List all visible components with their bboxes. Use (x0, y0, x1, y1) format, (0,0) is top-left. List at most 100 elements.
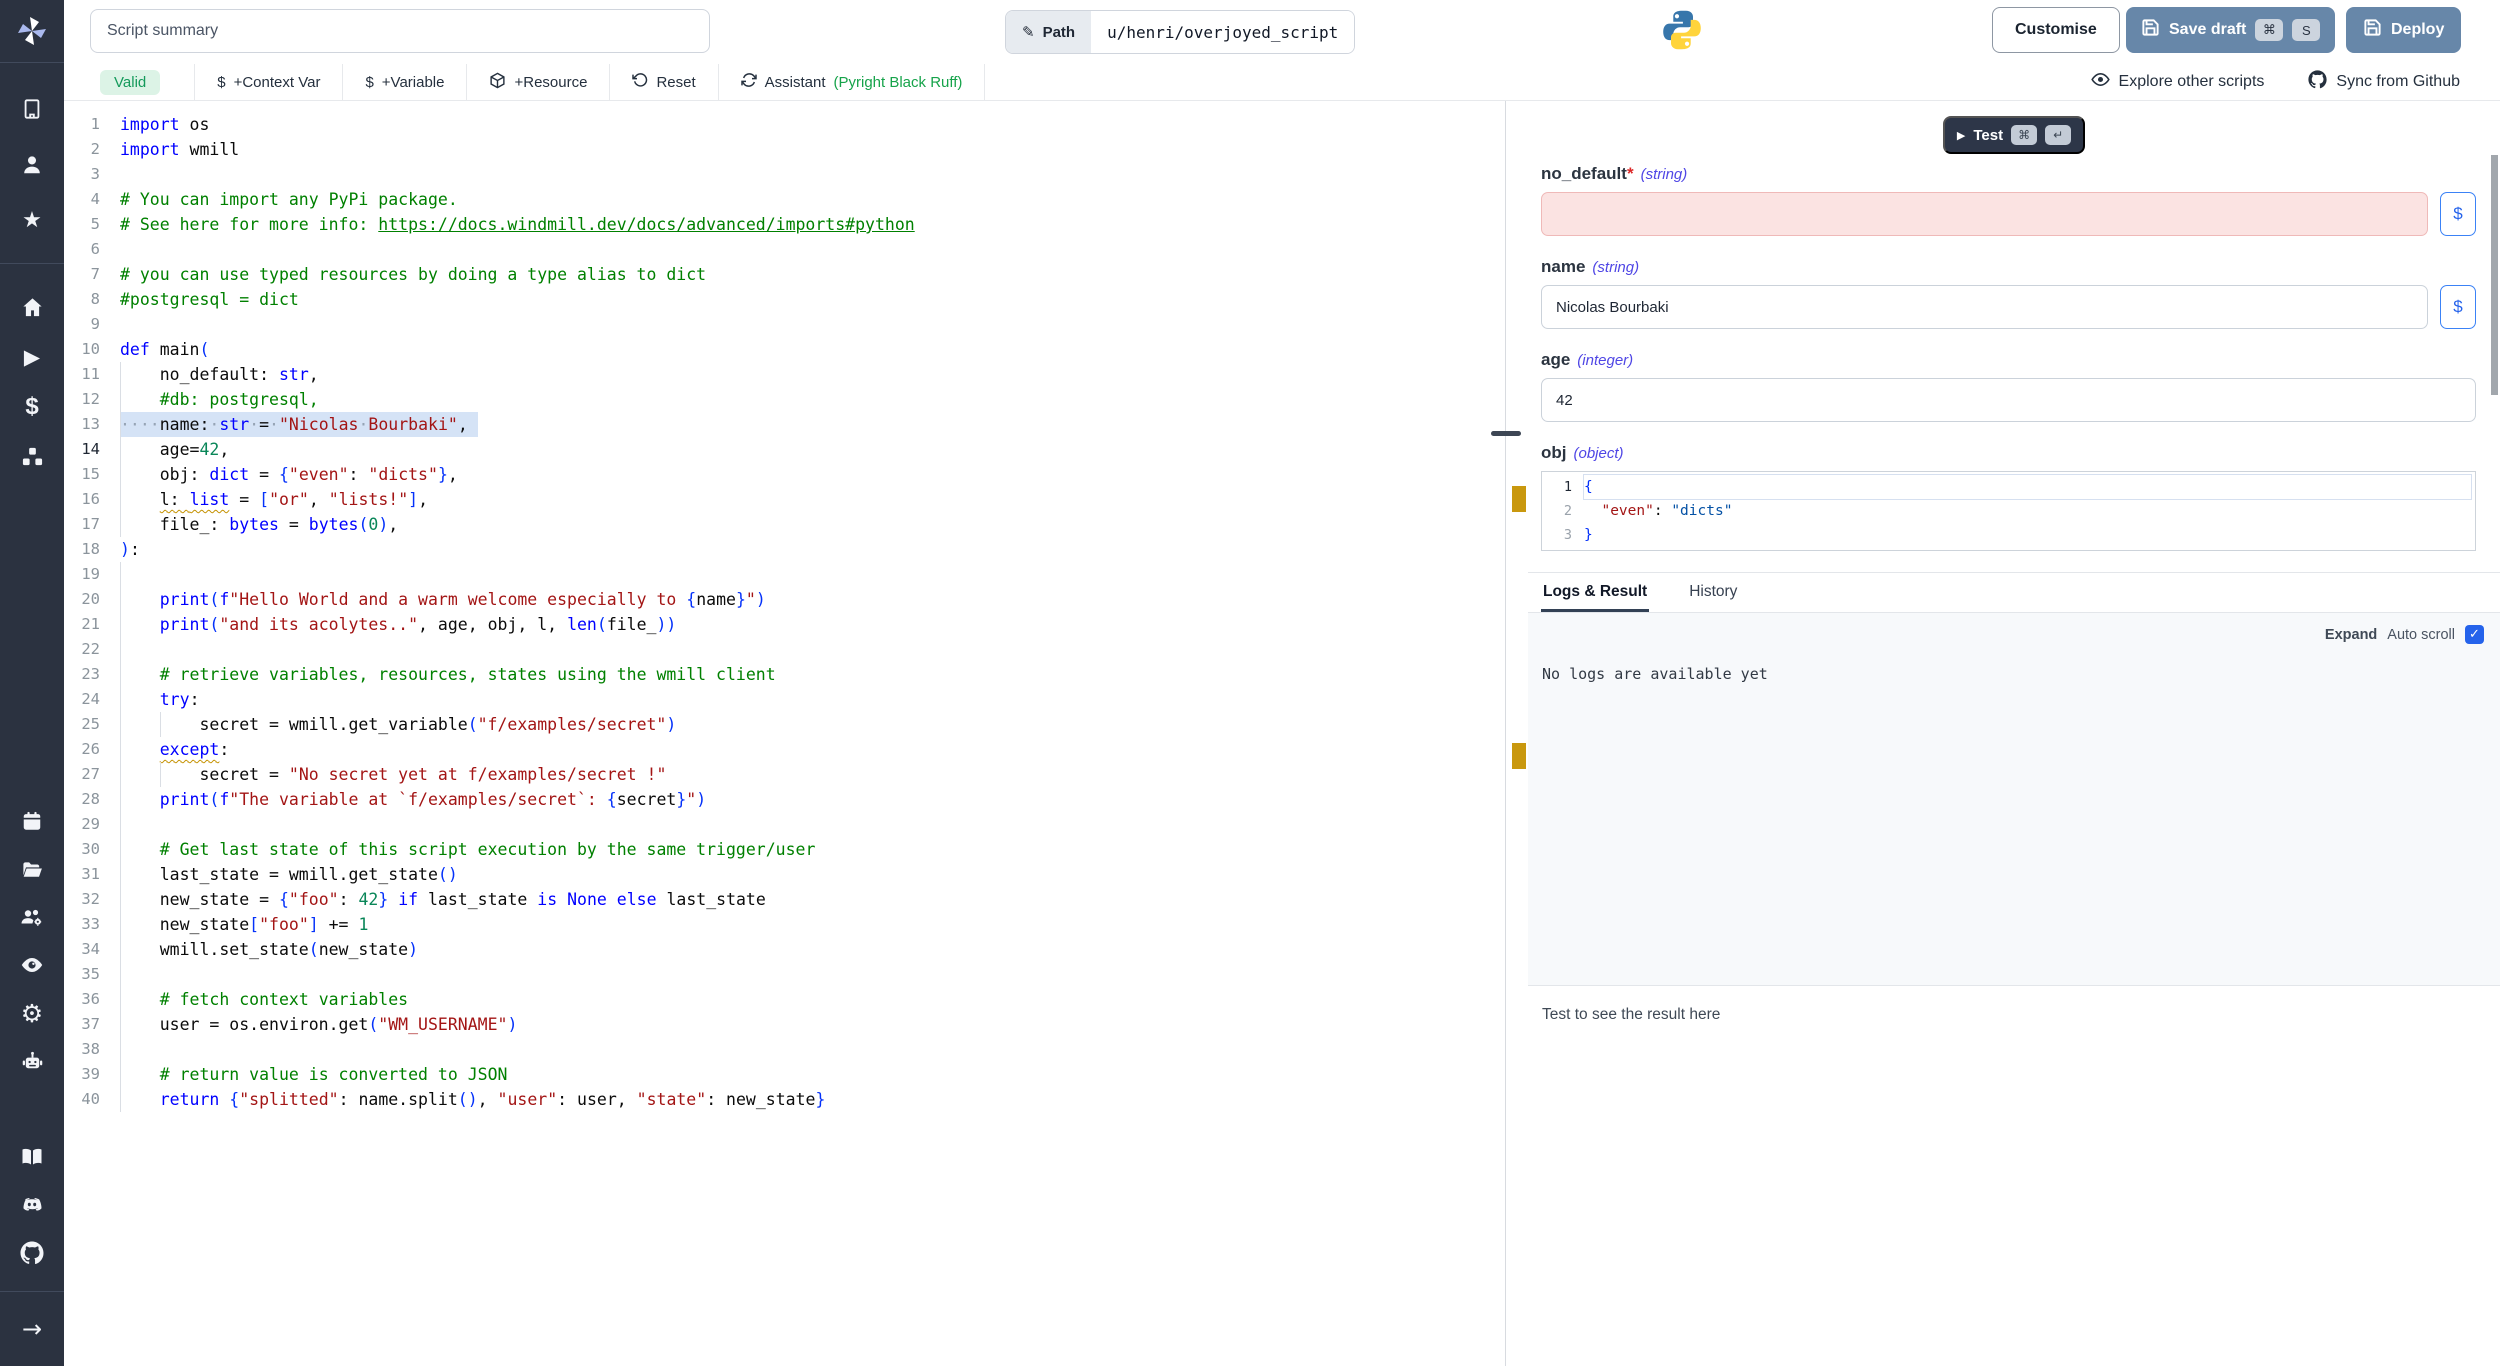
customise-button[interactable]: Customise (1992, 7, 2120, 53)
assistant-button[interactable]: Assistant (Pyright Black Ruff) (719, 64, 985, 100)
code-line[interactable]: 4# You can import any PyPi package. (64, 187, 1505, 212)
path-group[interactable]: ✎ Path u/henri/overjoyed_script (1005, 10, 1355, 54)
code-line[interactable]: 26 except: (64, 737, 1505, 762)
code-line[interactable]: 15 obj: dict = {"even": "dicts"}, (64, 462, 1505, 487)
code-line[interactable]: 24 try: (64, 687, 1505, 712)
line-number[interactable]: 11 (64, 362, 120, 387)
line-number[interactable]: 8 (64, 287, 120, 312)
line-number[interactable]: 26 (64, 737, 120, 762)
code-line[interactable]: 22 (64, 637, 1505, 662)
code-line[interactable]: 13····name:·str·=·"Nicolas·Bourbaki", (64, 412, 1505, 437)
line-number[interactable]: 13 (64, 412, 120, 437)
tab-history[interactable]: History (1687, 573, 1739, 612)
code-line[interactable]: 28 print(f"The variable at `f/examples/s… (64, 787, 1505, 812)
obj-json-editor[interactable]: 1{2 "even": "dicts"3} (1541, 471, 2476, 551)
code-line[interactable]: 35 (64, 962, 1505, 987)
line-number[interactable]: 31 (64, 862, 120, 887)
code-line[interactable]: 27 secret = "No secret yet at f/examples… (64, 762, 1505, 787)
test-button[interactable]: ▶ Test ⌘ ↵ (1943, 116, 2085, 154)
line-number[interactable]: 34 (64, 937, 120, 962)
line-number[interactable]: 16 (64, 487, 120, 512)
reset-button[interactable]: Reset (610, 64, 717, 100)
code-line[interactable]: 33 new_state["foo"] += 1 (64, 912, 1505, 937)
name-input[interactable] (1541, 285, 2428, 329)
line-number[interactable]: 1 (64, 112, 120, 137)
age-input[interactable] (1541, 378, 2476, 422)
code-line[interactable]: 6 (64, 237, 1505, 262)
line-number[interactable]: 5 (64, 212, 120, 237)
deploy-button[interactable]: Deploy (2346, 7, 2461, 53)
insert-variable-button[interactable]: $ (2440, 192, 2476, 236)
line-number[interactable]: 33 (64, 912, 120, 937)
code-line[interactable]: 40 return {"splitted": name.split(), "us… (64, 1087, 1505, 1112)
sidebar-item-workers[interactable] (0, 1037, 64, 1085)
code-line[interactable]: 1import os (64, 112, 1505, 137)
json-line[interactable]: 1{ (1542, 475, 2475, 499)
line-number[interactable]: 39 (64, 1062, 120, 1087)
code-line[interactable]: 29 (64, 812, 1505, 837)
panel-scrollbar[interactable] (2491, 155, 2498, 395)
code-line[interactable]: 14 age=42, (64, 437, 1505, 462)
code-line[interactable]: 8#postgresql = dict (64, 287, 1505, 312)
json-line[interactable]: 3} (1542, 523, 2475, 547)
line-number[interactable]: 35 (64, 962, 120, 987)
code-line[interactable]: 20 print(f"Hello World and a warm welcom… (64, 587, 1505, 612)
insert-variable-button[interactable]: $ (2440, 285, 2476, 329)
line-number[interactable]: 20 (64, 587, 120, 612)
line-number[interactable]: 17 (64, 512, 120, 537)
line-number[interactable]: 6 (64, 237, 120, 262)
code-line[interactable]: 37 user = os.environ.get("WM_USERNAME") (64, 1012, 1505, 1037)
tab-logs-result[interactable]: Logs & Result (1541, 573, 1649, 612)
sidebar-item-folders[interactable] (0, 845, 64, 893)
line-number[interactable]: 9 (64, 312, 120, 337)
code-line[interactable]: 31 last_state = wmill.get_state() (64, 862, 1505, 887)
save-draft-button[interactable]: Save draft ⌘ S (2126, 7, 2335, 53)
splitter-handle[interactable] (1491, 431, 1521, 436)
add-variable-button[interactable]: $ +Variable (343, 64, 466, 100)
code-line[interactable]: 21 print("and its acolytes..", age, obj,… (64, 612, 1505, 637)
sidebar-item-schedules[interactable] (0, 797, 64, 845)
code-line[interactable]: 34 wmill.set_state(new_state) (64, 937, 1505, 962)
code-line[interactable]: 9 (64, 312, 1505, 337)
sidebar-item-resources[interactable] (0, 432, 64, 482)
path-edit-button[interactable]: ✎ Path (1006, 11, 1091, 53)
expand-button[interactable]: Expand (2325, 627, 2377, 643)
sync-from-github-link[interactable]: Sync from Github (2308, 70, 2460, 94)
sidebar-item-variables[interactable]: $ (0, 382, 64, 432)
code-line[interactable]: 36 # fetch context variables (64, 987, 1505, 1012)
line-number[interactable]: 29 (64, 812, 120, 837)
code-line[interactable]: 10def main( (64, 337, 1505, 362)
code-line[interactable]: 32 new_state = {"foo": 42} if last_state… (64, 887, 1505, 912)
sidebar-item-audit[interactable] (0, 941, 64, 989)
sidebar-item-settings[interactable]: ⚙ (0, 989, 64, 1037)
line-number[interactable]: 12 (64, 387, 120, 412)
sidebar-item-docs[interactable] (0, 1133, 64, 1181)
add-context-var-button[interactable]: $ +Context Var (195, 64, 342, 100)
sidebar-item-favorites[interactable]: ★ (0, 193, 64, 249)
sidebar-item-home[interactable] (0, 282, 64, 332)
line-number[interactable]: 28 (64, 787, 120, 812)
code-line[interactable]: 2import wmill (64, 137, 1505, 162)
sidebar-item-groups[interactable] (0, 893, 64, 941)
sidebar-item-github[interactable] (0, 1229, 64, 1277)
line-number[interactable]: 19 (64, 562, 120, 587)
line-number[interactable]: 23 (64, 662, 120, 687)
line-number[interactable]: 27 (64, 762, 120, 787)
no-default-input[interactable] (1541, 192, 2428, 236)
line-number[interactable]: 10 (64, 337, 120, 362)
line-number[interactable]: 7 (64, 262, 120, 287)
code-line[interactable]: 7# you can use typed resources by doing … (64, 262, 1505, 287)
line-number[interactable]: 32 (64, 887, 120, 912)
add-resource-button[interactable]: +Resource (467, 64, 609, 100)
line-number[interactable]: 15 (64, 462, 120, 487)
line-number[interactable]: 3 (64, 162, 120, 187)
line-number[interactable]: 30 (64, 837, 120, 862)
code-editor[interactable]: 1import os2import wmill34# You can impor… (64, 101, 1505, 1366)
code-line[interactable]: 23 # retrieve variables, resources, stat… (64, 662, 1505, 687)
line-number[interactable]: 2 (64, 137, 120, 162)
line-number[interactable]: 40 (64, 1087, 120, 1112)
line-number[interactable]: 18 (64, 537, 120, 562)
code-line[interactable]: 17 file_: bytes = bytes(0), (64, 512, 1505, 537)
code-line[interactable]: 38 (64, 1037, 1505, 1062)
auto-scroll-checkbox[interactable]: ✓ (2465, 625, 2484, 644)
